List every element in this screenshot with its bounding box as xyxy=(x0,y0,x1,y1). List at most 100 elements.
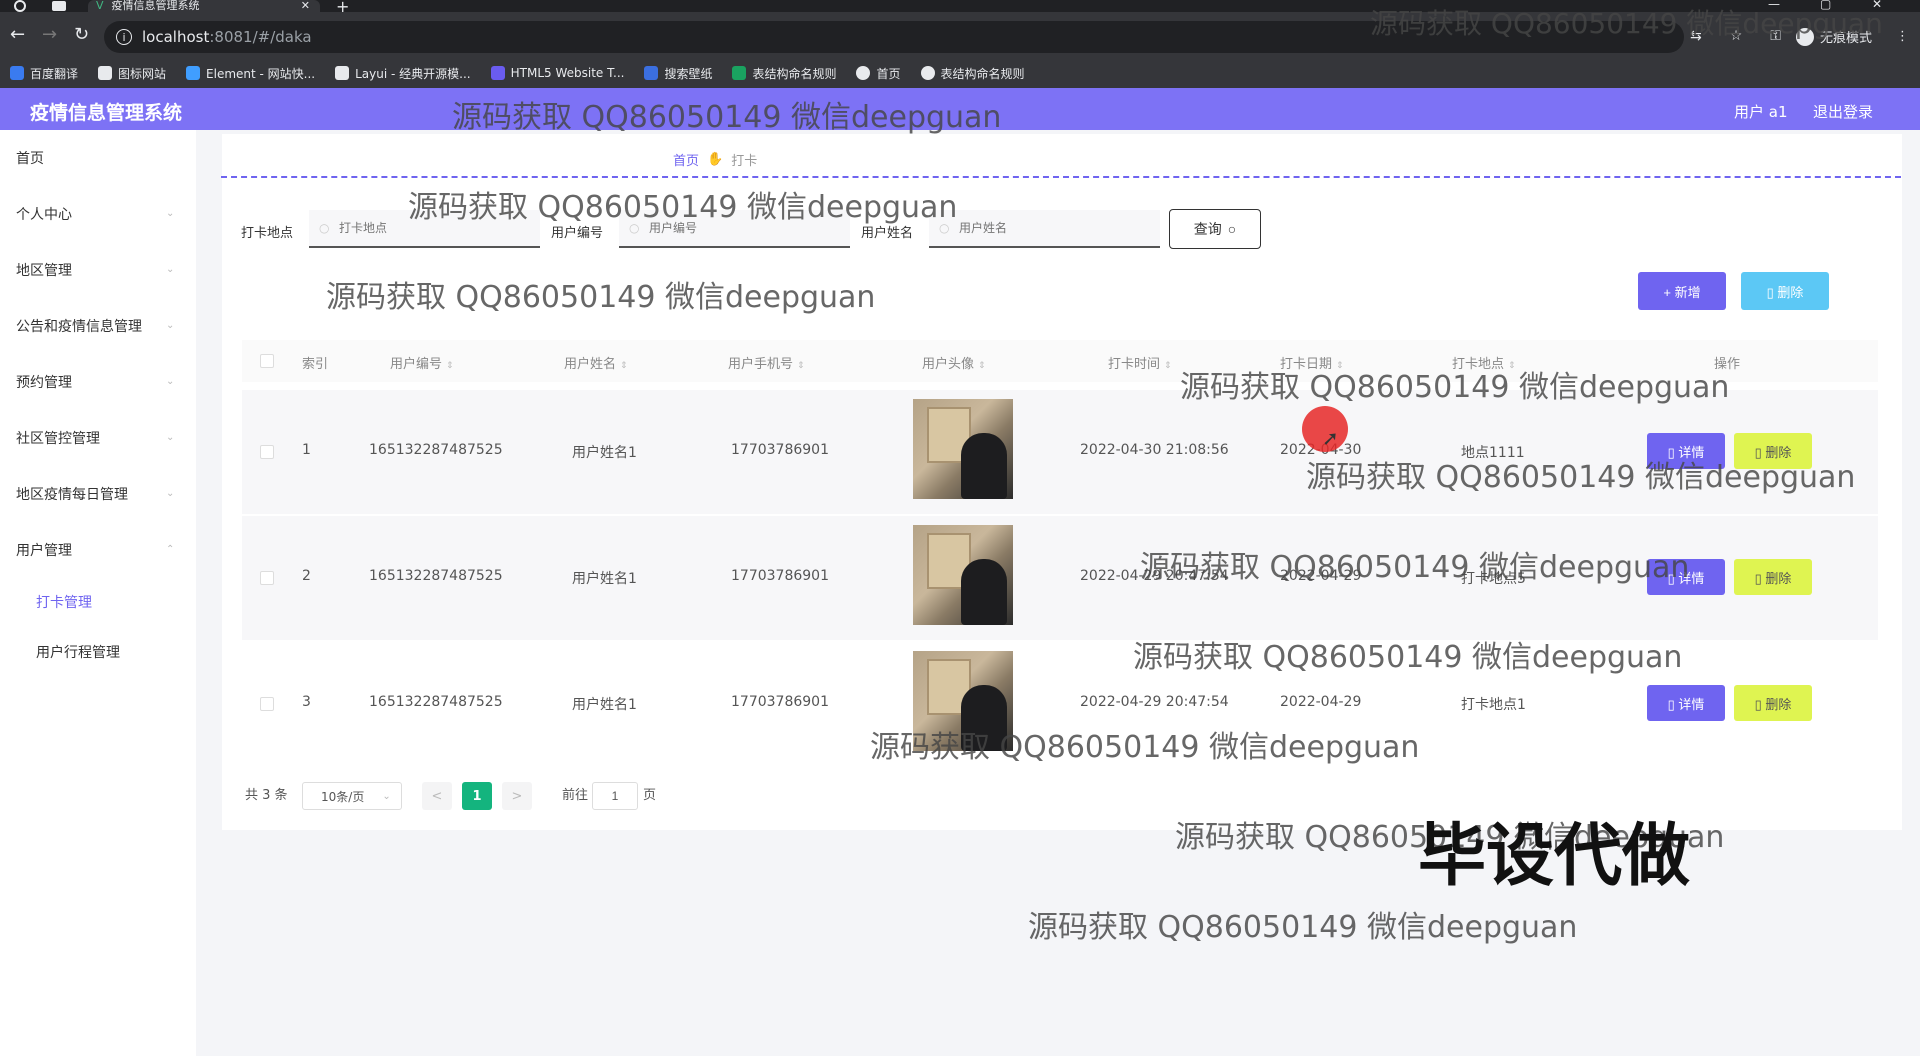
column-header-sortable[interactable]: 打卡时间 ⇕ xyxy=(1108,353,1172,372)
app-title: 疫情信息管理系统 xyxy=(30,102,183,124)
window-close-icon[interactable]: ✕ xyxy=(1872,0,1882,11)
search-icon: ○ xyxy=(939,221,950,235)
bookmark-item[interactable]: 搜索壁纸 xyxy=(644,65,712,82)
sort-icon: ⇕ xyxy=(978,361,986,371)
column-header-sortable[interactable]: 用户姓名 ⇕ xyxy=(564,353,628,372)
delete-button[interactable]: ▯ 删除 xyxy=(1734,559,1812,595)
sidebar-item-community[interactable]: 社区管控管理 xyxy=(16,428,100,448)
sidebar-item-region[interactable]: 地区管理 xyxy=(16,260,72,280)
trash-icon: ▯ xyxy=(1754,696,1766,712)
query-label: 查询 xyxy=(1193,221,1222,237)
sidebar-item-notice[interactable]: 公告和疫情信息管理 xyxy=(16,316,142,336)
goto-label: 前往 xyxy=(562,788,589,803)
prev-page-button[interactable]: < xyxy=(422,782,452,810)
column-header: 索引 xyxy=(302,357,329,372)
bookmark-item[interactable]: 首页 xyxy=(856,65,901,82)
column-header: 操作 xyxy=(1714,357,1741,372)
menu-dots-icon[interactable]: ⋮ xyxy=(1896,29,1909,44)
avatar xyxy=(913,399,1013,499)
select-all-checkbox[interactable] xyxy=(260,354,274,368)
pagination-total: 共 3 条 xyxy=(245,788,288,803)
bookmark-item[interactable]: Layui - 经典开源模... xyxy=(335,65,471,82)
element-bookmark-icon xyxy=(186,66,201,80)
batch-delete-button[interactable]: ▯ 删除 xyxy=(1741,272,1829,310)
bookmark-item[interactable]: 百度翻译 xyxy=(10,65,78,82)
delete-button[interactable]: ▯ 删除 xyxy=(1734,433,1812,469)
translate-icon[interactable]: ⇆ xyxy=(1690,28,1702,44)
browser-logo-icon xyxy=(14,0,26,12)
delete-label: 删除 xyxy=(1777,284,1804,300)
bookmark-item[interactable]: 表结构命名规则 xyxy=(732,65,836,82)
html5-bookmark-icon xyxy=(490,66,505,80)
detail-button[interactable]: ▯ 详情 xyxy=(1647,685,1725,721)
site-info-icon[interactable]: i xyxy=(116,29,132,45)
row-checkbox[interactable] xyxy=(260,697,274,711)
cell-place: 打卡地点1 xyxy=(1461,697,1526,713)
doc-icon: ▯ xyxy=(1667,570,1679,586)
detail-button[interactable]: ▯ 详情 xyxy=(1647,433,1725,469)
url-input[interactable]: i localhost:8081/#/daka xyxy=(104,21,1684,53)
sort-icon: ⇕ xyxy=(620,361,628,371)
key-icon[interactable]: ⚿ xyxy=(1770,28,1781,44)
tab-close-icon[interactable]: ✕ xyxy=(301,0,310,12)
incognito-indicator[interactable]: 无痕模式 ⋮ xyxy=(1796,27,1909,46)
incognito-label: 无痕模式 xyxy=(1820,31,1873,46)
sidebar-item-booking[interactable]: 预约管理 xyxy=(16,372,72,392)
location-input[interactable] xyxy=(309,210,540,248)
column-header-sortable[interactable]: 打卡日期 ⇕ xyxy=(1280,353,1344,372)
cell-place: 打卡地点5 xyxy=(1461,571,1526,587)
bookmark-item[interactable]: Element - 网站快... xyxy=(186,65,315,82)
column-header-sortable[interactable]: 用户手机号 ⇕ xyxy=(728,353,805,372)
username-input[interactable] xyxy=(929,210,1160,248)
bookmark-item[interactable]: 表结构命名规则 xyxy=(920,65,1025,82)
location-label: 打卡地点 xyxy=(241,226,294,241)
minimize-icon[interactable]: — xyxy=(1768,0,1780,11)
goto-page-input[interactable] xyxy=(592,782,638,810)
incognito-icon xyxy=(1796,27,1814,46)
vue-icon: V xyxy=(96,0,104,12)
page-size-select[interactable]: 10条/页 ⌄ xyxy=(302,782,402,810)
detail-button[interactable]: ▯ 详情 xyxy=(1647,559,1725,595)
sidebar-item-users[interactable]: 用户管理 xyxy=(16,540,72,560)
add-button[interactable]: + 新增 xyxy=(1638,272,1726,310)
usernum-input[interactable] xyxy=(619,210,850,248)
row-checkbox[interactable] xyxy=(260,445,274,459)
logout-link[interactable]: 退出登录 xyxy=(1813,101,1873,122)
cell-phone: 17703786901 xyxy=(731,442,829,458)
table-header: 索引 用户编号 ⇕ 用户姓名 ⇕ 用户手机号 ⇕ 用户头像 ⇕ 打卡时间 ⇕ 打卡日期 ⇕ … xyxy=(242,340,1878,382)
maximize-icon[interactable]: ▢ xyxy=(1820,0,1831,11)
username-label: 用户姓名 xyxy=(861,226,914,241)
sidebar-subitem-itinerary[interactable]: 用户行程管理 xyxy=(36,642,120,662)
window-icon xyxy=(52,1,66,11)
sidebar-item-personal[interactable]: 个人中心 xyxy=(16,204,72,224)
query-button[interactable]: 查询 ○ xyxy=(1169,209,1261,249)
trash-icon: ▯ xyxy=(1754,570,1766,586)
bookmark-label: Element - 网站快... xyxy=(206,66,316,81)
cell-name: 用户姓名1 xyxy=(572,571,637,587)
column-header-sortable[interactable]: 用户编号 ⇕ xyxy=(390,353,454,372)
cell-usernum: 165132287487525 xyxy=(369,442,503,458)
cell-usernum: 165132287487525 xyxy=(369,694,503,710)
doc-icon: ▯ xyxy=(1667,444,1679,460)
column-header-sortable[interactable]: 打卡地点 ⇕ xyxy=(1452,353,1516,372)
sidebar-item-daily[interactable]: 地区疫情每日管理 xyxy=(16,484,128,504)
column-header-sortable[interactable]: 用户头像 ⇕ xyxy=(922,353,986,372)
cell-index: 1 xyxy=(302,442,311,458)
chevron-down-icon: ⌄ xyxy=(166,488,175,499)
cell-time: 2022-04-30 21:08:56 xyxy=(1080,442,1229,458)
reload-icon[interactable]: ↻ xyxy=(74,24,89,45)
star-icon[interactable]: ☆ xyxy=(1730,28,1743,44)
delete-button[interactable]: ▯ 删除 xyxy=(1734,685,1812,721)
bookmark-item[interactable]: 图标网站 xyxy=(98,65,166,82)
back-icon[interactable]: ← xyxy=(10,24,25,45)
forward-icon[interactable]: → xyxy=(42,24,57,45)
table-row: 1 165132287487525 用户姓名1 17703786901 2022… xyxy=(242,390,1878,514)
bookmark-item[interactable]: HTML5 Website T... xyxy=(490,66,624,80)
sidebar-item-home[interactable]: 首页 xyxy=(16,148,44,168)
row-checkbox[interactable] xyxy=(260,571,274,585)
sidebar-subitem-checkin[interactable]: 打卡管理 xyxy=(36,592,92,612)
browser-tab[interactable]: V 疫情信息管理系统 ✕ xyxy=(88,0,320,12)
breadcrumb-home[interactable]: 首页 xyxy=(673,150,699,169)
page-number-current[interactable]: 1 xyxy=(462,782,492,810)
next-page-button[interactable]: > xyxy=(502,782,532,810)
